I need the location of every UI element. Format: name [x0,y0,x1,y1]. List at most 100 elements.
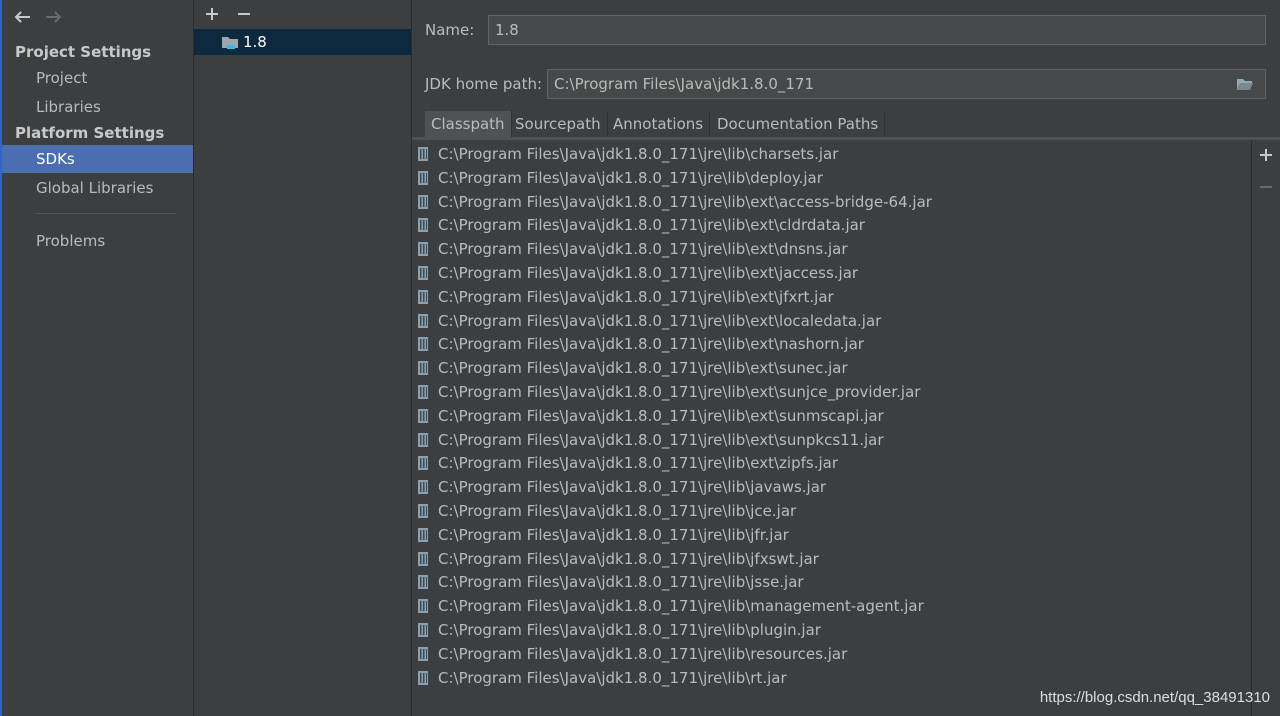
jar-file-icon [418,337,428,352]
nav-item-libraries[interactable]: Libraries [2,93,193,121]
jar-file-icon [418,313,428,328]
nav-item-global-libraries[interactable]: Global Libraries [2,174,193,202]
classpath-row-label: C:\Program Files\Java\jdk1.8.0_171\jre\l… [438,145,839,163]
tab-sourcepath[interactable]: Sourcepath [509,111,608,137]
plus-icon [1260,149,1272,161]
classpath-row[interactable]: C:\Program Files\Java\jdk1.8.0_171\jre\l… [413,285,1251,309]
sdk-list-panel: 1.8 [194,0,412,716]
classpath-row[interactable]: C:\Program Files\Java\jdk1.8.0_171\jre\l… [413,499,1251,523]
jar-file-icon [418,385,428,399]
tab-documentation-paths[interactable]: Documentation Paths [711,111,886,137]
forward-arrow-icon[interactable] [44,7,64,27]
jdk-home-path-field[interactable] [547,69,1266,99]
classpath-row[interactable]: C:\Program Files\Java\jdk1.8.0_171\jre\l… [413,332,1251,356]
classpath-row-label: C:\Program Files\Java\jdk1.8.0_171\jre\l… [438,573,804,592]
jar-file-icon [418,147,428,161]
tab-classpath[interactable]: Classpath [425,111,512,137]
jar-file-icon [418,170,428,185]
classpath-row-label: C:\Program Files\Java\jdk1.8.0_171\jre\l… [438,216,865,235]
minus-icon [1260,186,1272,188]
jar-file-icon [418,504,428,518]
classpath-row[interactable]: C:\Program Files\Java\jdk1.8.0_171\jre\l… [413,570,1251,594]
classpath-row[interactable]: C:\Program Files\Java\jdk1.8.0_171\jre\l… [413,166,1251,190]
classpath-row-label: C:\Program Files\Java\jdk1.8.0_171\jre\l… [438,406,884,425]
name-label: Name: [425,21,475,39]
name-field[interactable] [488,15,1266,45]
plus-icon [206,8,218,20]
watermark-text: https://blog.csdn.net/qq_38491310 [1039,689,1270,706]
classpath-row[interactable]: C:\Program Files\Java\jdk1.8.0_171\jre\l… [413,547,1251,571]
jar-file-icon [418,361,428,376]
nav-history-controls [12,4,64,30]
classpath-row[interactable]: C:\Program Files\Java\jdk1.8.0_171\jre\l… [413,404,1251,428]
classpath-row[interactable]: C:\Program Files\Java\jdk1.8.0_171\jre\l… [413,666,1251,690]
nav-item-project[interactable]: Project [2,64,193,92]
jar-file-icon [418,242,428,257]
jar-file-icon [418,289,428,304]
classpath-row-label: C:\Program Files\Java\jdk1.8.0_171\jre\l… [438,454,838,473]
classpath-row-label: C:\Program Files\Java\jdk1.8.0_171\jre\l… [438,644,848,663]
remove-sdk-button[interactable] [234,4,254,24]
classpath-row-label: C:\Program Files\Java\jdk1.8.0_171\jre\l… [438,597,924,616]
classpath-list[interactable]: C:\Program Files\Java\jdk1.8.0_171\jre\l… [413,140,1252,716]
classpath-row-label: C:\Program Files\Java\jdk1.8.0_171\jre\l… [438,264,859,282]
classpath-row[interactable]: C:\Program Files\Java\jdk1.8.0_171\jre\l… [413,475,1251,499]
classpath-row[interactable]: C:\Program Files\Java\jdk1.8.0_171\jre\l… [413,642,1251,666]
classpath-row-label: C:\Program Files\Java\jdk1.8.0_171\jre\l… [438,502,797,520]
classpath-row[interactable]: C:\Program Files\Java\jdk1.8.0_171\jre\l… [413,190,1251,214]
nav-item-problems[interactable]: Problems [2,227,193,255]
nav-divider [36,213,176,214]
jar-file-icon [418,646,428,661]
jar-file-icon [418,456,428,471]
classpath-row-label: C:\Program Files\Java\jdk1.8.0_171\jre\l… [438,668,787,687]
minus-icon [238,13,250,15]
jar-file-icon [418,432,428,447]
jar-file-icon [418,670,428,685]
add-classpath-button[interactable] [1259,148,1273,166]
classpath-toolbar [1256,148,1276,198]
classpath-row-label: C:\Program Files\Java\jdk1.8.0_171\jre\l… [438,621,821,639]
folder-open-icon [1237,79,1253,90]
classpath-row-label: C:\Program Files\Java\jdk1.8.0_171\jre\l… [438,335,864,354]
classpath-row-label: C:\Program Files\Java\jdk1.8.0_171\jre\l… [438,359,848,378]
remove-classpath-button[interactable] [1259,180,1273,198]
classpath-row-label: C:\Program Files\Java\jdk1.8.0_171\jre\l… [438,478,827,497]
classpath-row-label: C:\Program Files\Java\jdk1.8.0_171\jre\l… [438,383,921,401]
classpath-row[interactable]: C:\Program Files\Java\jdk1.8.0_171\jre\l… [413,523,1251,547]
nav-item-sdks[interactable]: SDKs [2,145,193,173]
project-settings-header: Project Settings [15,43,152,61]
classpath-row-label: C:\Program Files\Java\jdk1.8.0_171\jre\l… [438,311,882,330]
jar-file-icon [418,527,428,542]
sdk-detail-panel: Name: JDK home path: Classpath Sourcepat… [412,0,1280,716]
back-arrow-icon[interactable] [12,7,32,27]
sdk-tabs: Classpath Sourcepath Annotations Documen… [412,111,1280,140]
classpath-row[interactable]: C:\Program Files\Java\jdk1.8.0_171\jre\l… [413,618,1251,642]
classpath-row[interactable]: C:\Program Files\Java\jdk1.8.0_171\jre\l… [413,142,1251,166]
sdk-list-item[interactable]: 1.8 [194,29,411,55]
classpath-row[interactable]: C:\Program Files\Java\jdk1.8.0_171\jre\l… [413,261,1251,285]
classpath-row-label: C:\Program Files\Java\jdk1.8.0_171\jre\l… [438,240,848,259]
platform-settings-header: Platform Settings [15,124,165,142]
browse-folder-button[interactable] [1234,73,1256,95]
classpath-row[interactable]: C:\Program Files\Java\jdk1.8.0_171\jre\l… [413,356,1251,380]
sdk-folder-icon [222,37,238,49]
tab-annotations[interactable]: Annotations [607,111,711,137]
jar-file-icon [418,623,428,637]
classpath-row[interactable]: C:\Program Files\Java\jdk1.8.0_171\jre\l… [413,309,1251,333]
classpath-row[interactable]: C:\Program Files\Java\jdk1.8.0_171\jre\l… [413,594,1251,618]
classpath-row-label: C:\Program Files\Java\jdk1.8.0_171\jre\l… [438,549,819,568]
classpath-row-label: C:\Program Files\Java\jdk1.8.0_171\jre\l… [438,430,884,449]
jar-file-icon [418,480,428,495]
classpath-row-label: C:\Program Files\Java\jdk1.8.0_171\jre\l… [438,287,834,306]
classpath-row[interactable]: C:\Program Files\Java\jdk1.8.0_171\jre\l… [413,213,1251,237]
jar-file-icon [418,575,428,590]
add-sdk-button[interactable] [202,4,222,24]
classpath-row[interactable]: C:\Program Files\Java\jdk1.8.0_171\jre\l… [413,451,1251,475]
jar-file-icon [418,599,428,614]
jar-file-icon [418,408,428,423]
classpath-row[interactable]: C:\Program Files\Java\jdk1.8.0_171\jre\l… [413,237,1251,261]
classpath-row[interactable]: C:\Program Files\Java\jdk1.8.0_171\jre\l… [413,380,1251,404]
settings-nav-panel: Project Settings Project Libraries Platf… [2,0,194,716]
sdk-list-item-label: 1.8 [243,33,267,51]
classpath-row[interactable]: C:\Program Files\Java\jdk1.8.0_171\jre\l… [413,428,1251,452]
